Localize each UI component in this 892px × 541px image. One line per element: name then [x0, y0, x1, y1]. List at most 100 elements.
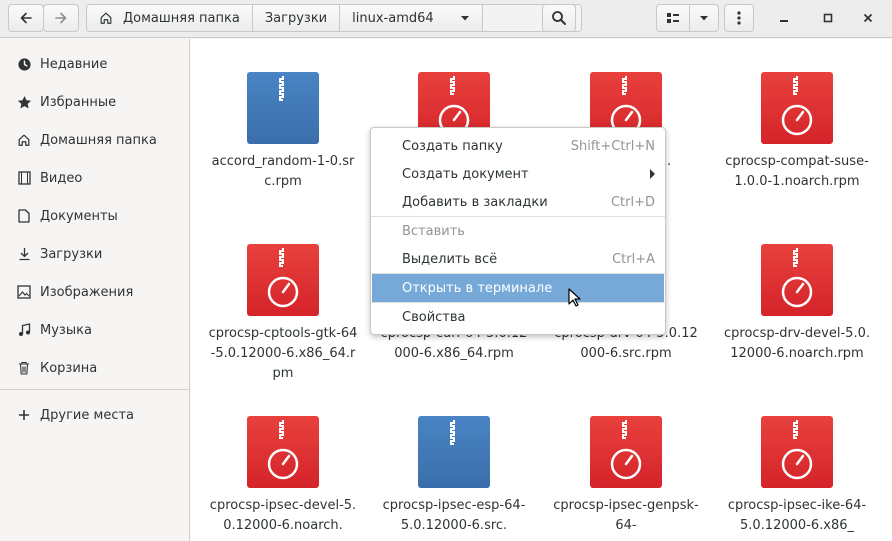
file-item[interactable]: cprocsp-ipsec-esp-64-5.0.12000-6.src. — [379, 416, 529, 536]
sidebar-item-pictures[interactable]: Изображения — [0, 273, 189, 311]
package-icon — [761, 244, 833, 316]
menu-item-label: Выделить всё — [402, 251, 498, 267]
search-button[interactable] — [542, 4, 576, 32]
menu-item-accel: Ctrl+D — [610, 194, 655, 210]
sidebar-item-label: Изображения — [40, 284, 134, 300]
breadcrumb-label: Загрузки — [264, 10, 328, 26]
package-icon — [247, 244, 319, 316]
sidebar-separator — [0, 389, 189, 390]
minimize-button[interactable] — [770, 4, 798, 32]
document-icon — [16, 208, 32, 224]
sidebar-item-documents[interactable]: Документы — [0, 197, 189, 235]
breadcrumb-label: Домашняя папка — [123, 10, 240, 26]
sidebar-item-label: Домашняя папка — [40, 132, 157, 148]
menu-item-new-folder[interactable]: Создать папку Shift+Ctrl+N — [371, 132, 665, 160]
sidebar-item-starred[interactable]: Избранные — [0, 83, 189, 121]
mouse-cursor-icon — [568, 288, 581, 307]
sidebar-item-label: Другие места — [40, 407, 135, 423]
file-name: cprocsp-ipsec-ike-64-5.0.12000-6.x86_ — [727, 498, 867, 533]
sidebar-item-downloads[interactable]: Загрузки — [0, 235, 189, 273]
download-icon — [16, 246, 32, 262]
trash-icon — [16, 360, 32, 376]
sidebar-item-home[interactable]: Домашняя папка — [0, 121, 189, 159]
close-icon — [863, 13, 873, 23]
header-bar: Домашняя папка Загрузки linux-amd64 — [0, 0, 892, 38]
file-item[interactable]: cprocsp-ipsec-genpsk-64- — [551, 416, 701, 536]
menu-item-label: Создать документ — [402, 166, 529, 182]
maximize-button[interactable] — [814, 4, 842, 32]
chevron-down-icon — [700, 16, 708, 21]
menu-button[interactable] — [724, 4, 754, 32]
file-name: cprocsp-cptools-gtk-64-5.0.12000-6.x86_6… — [208, 326, 358, 381]
sidebar-item-label: Видео — [40, 170, 83, 186]
kebab-menu-icon — [737, 11, 741, 25]
sidebar-item-label: Корзина — [40, 360, 98, 376]
context-menu: Создать папку Shift+Ctrl+N Создать докум… — [370, 127, 666, 335]
archive-icon — [418, 416, 490, 488]
sidebar-item-label: Документы — [40, 208, 118, 224]
sidebar-item-videos[interactable]: Видео — [0, 159, 189, 197]
sidebar-item-music[interactable]: Музыка — [0, 311, 189, 349]
star-icon — [16, 94, 32, 110]
package-icon — [247, 416, 319, 488]
breadcrumb-label: linux-amd64 — [352, 10, 434, 26]
file-item[interactable]: cprocsp-ipsec-ike-64-5.0.12000-6.x86_ — [722, 416, 872, 536]
file-name: cprocsp-compat-suse-1.0.0-1.noarch.rpm — [725, 154, 869, 189]
menu-item-accel: Ctrl+A — [612, 251, 655, 267]
file-name: cprocsp-ipsec-genpsk-64- — [553, 498, 699, 533]
view-mode-button[interactable] — [656, 4, 690, 32]
path-bar: Домашняя папка Загрузки linux-amd64 — [86, 4, 582, 32]
file-item[interactable]: cprocsp-cptools-gtk-64-5.0.12000-6.x86_6… — [208, 244, 358, 384]
home-icon — [16, 132, 32, 148]
file-item[interactable]: accord_random-1-0.src.rpm — [208, 72, 358, 192]
archive-icon — [247, 72, 319, 144]
chevron-down-icon — [460, 16, 469, 21]
breadcrumb-home[interactable]: Домашняя папка — [87, 5, 253, 31]
file-item[interactable]: cprocsp-compat-suse-1.0.0-1.noarch.rpm — [722, 72, 872, 192]
menu-item-paste[interactable]: Вставить — [371, 217, 665, 245]
close-button[interactable] — [854, 4, 882, 32]
menu-item-select-all[interactable]: Выделить всё Ctrl+A — [371, 245, 665, 273]
sidebar-item-label: Музыка — [40, 322, 92, 338]
menu-item-open-terminal[interactable]: Открыть в терминале — [372, 274, 664, 302]
menu-item-properties[interactable]: Свойства — [371, 303, 665, 331]
search-icon — [552, 11, 566, 25]
sidebar-item-recent[interactable]: Недавние — [0, 45, 189, 83]
film-icon — [16, 170, 32, 186]
menu-item-label: Добавить в закладки — [402, 194, 548, 210]
view-options-button[interactable] — [689, 4, 719, 32]
file-name: cprocsp-ipsec-esp-64-5.0.12000-6.src. — [382, 498, 526, 533]
clock-icon — [16, 56, 32, 72]
file-name: accord_random-1-0.src.rpm — [211, 154, 355, 189]
sidebar: Недавние Избранные Домашняя папка Видео … — [0, 39, 190, 541]
file-item[interactable]: cprocsp-drv-devel-5.0.12000-6.noarch.rpm — [722, 244, 872, 364]
forward-button[interactable] — [43, 4, 79, 32]
file-item[interactable]: cprocsp-ipsec-devel-5.0.12000-6.noarch. — [208, 416, 358, 536]
back-button[interactable] — [8, 4, 44, 32]
arrow-left-icon — [20, 12, 32, 24]
sidebar-item-trash[interactable]: Корзина — [0, 349, 189, 387]
menu-item-add-bookmark[interactable]: Добавить в закладки Ctrl+D — [371, 188, 665, 216]
sidebar-item-label: Загрузки — [40, 246, 103, 262]
menu-item-new-document[interactable]: Создать документ — [371, 160, 665, 188]
menu-item-label: Вставить — [402, 223, 465, 239]
sidebar-item-other-places[interactable]: Другие места — [0, 396, 189, 434]
list-view-icon — [667, 13, 679, 23]
file-name: cprocsp-drv-devel-5.0.12000-6.noarch.rpm — [724, 326, 870, 361]
menu-item-label: Свойства — [402, 309, 466, 325]
breadcrumb-current[interactable]: linux-amd64 — [340, 5, 483, 31]
sidebar-item-label: Избранные — [40, 94, 117, 110]
breadcrumb-downloads[interactable]: Загрузки — [253, 5, 341, 31]
menu-item-label: Открыть в терминале — [402, 280, 553, 296]
package-icon — [761, 416, 833, 488]
maximize-icon — [823, 13, 833, 23]
menu-item-accel: Shift+Ctrl+N — [570, 138, 655, 154]
arrow-right-icon — [55, 12, 67, 24]
file-name: cprocsp-ipsec-devel-5.0.12000-6.noarch. — [209, 498, 357, 533]
home-icon — [100, 12, 112, 24]
submenu-arrow-icon — [650, 169, 655, 179]
music-icon — [16, 322, 32, 338]
plus-icon — [16, 407, 32, 423]
package-icon — [590, 416, 662, 488]
package-icon — [761, 72, 833, 144]
